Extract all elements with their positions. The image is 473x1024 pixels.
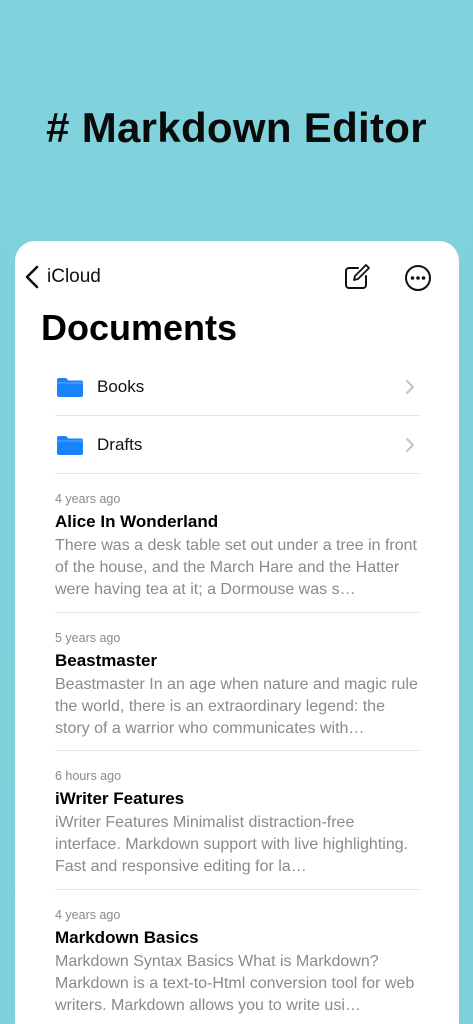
folder-name: Books xyxy=(97,376,145,396)
navigation-bar: iCloud xyxy=(15,241,459,313)
ellipsis-circle-icon xyxy=(405,265,431,291)
chevron-left-icon xyxy=(25,265,39,289)
document-title: Beastmaster xyxy=(55,650,158,670)
document-date: 6 hours ago xyxy=(55,769,122,783)
more-button[interactable] xyxy=(403,263,433,293)
document-row-iwriter-features[interactable]: 6 hours ago iWriter Features iWriter Fea… xyxy=(55,751,419,890)
folder-icon xyxy=(57,435,83,455)
document-row-markdown-basics[interactable]: 4 years ago Markdown Basics Markdown Syn… xyxy=(55,890,419,1024)
document-title: iWriter Features xyxy=(55,789,185,808)
document-preview: Beastmaster In an age when nature and ma… xyxy=(55,675,418,737)
back-button-label: iCloud xyxy=(47,266,101,287)
document-preview: Markdown Syntax Basics What is Markdown?… xyxy=(55,952,415,1014)
document-row-alice-in-wonderland[interactable]: 4 years ago Alice In Wonderland There wa… xyxy=(55,474,419,613)
page-title: Documents xyxy=(41,307,238,348)
folder-icon xyxy=(57,377,83,397)
folder-name: Drafts xyxy=(97,434,143,454)
chevron-right-icon xyxy=(406,379,414,394)
document-row-beastmaster[interactable]: 5 years ago Beastmaster Beastmaster In a… xyxy=(55,613,419,751)
documents-panel: iCloud Documents Books Drafts 4 years ag… xyxy=(15,241,459,1024)
document-date: 4 years ago xyxy=(55,492,121,506)
chevron-right-icon xyxy=(406,437,414,452)
document-preview: There was a desk table set out under a t… xyxy=(55,537,417,598)
documents-list: Books Drafts 4 years ago Alice In Wonder… xyxy=(55,358,419,1024)
document-date: 5 years ago xyxy=(55,630,121,645)
hero-title: # Markdown Editor xyxy=(46,104,427,151)
compose-icon xyxy=(345,264,370,289)
folder-row-drafts[interactable]: Drafts xyxy=(55,416,419,474)
document-title: Markdown Basics xyxy=(55,927,199,947)
back-button[interactable]: iCloud xyxy=(23,263,101,291)
folder-row-books[interactable]: Books xyxy=(55,358,419,416)
document-date: 4 years ago xyxy=(55,907,121,922)
document-preview: iWriter Features Minimalist distraction-… xyxy=(55,814,409,875)
compose-button[interactable] xyxy=(341,263,371,293)
document-title: Alice In Wonderland xyxy=(55,512,219,531)
